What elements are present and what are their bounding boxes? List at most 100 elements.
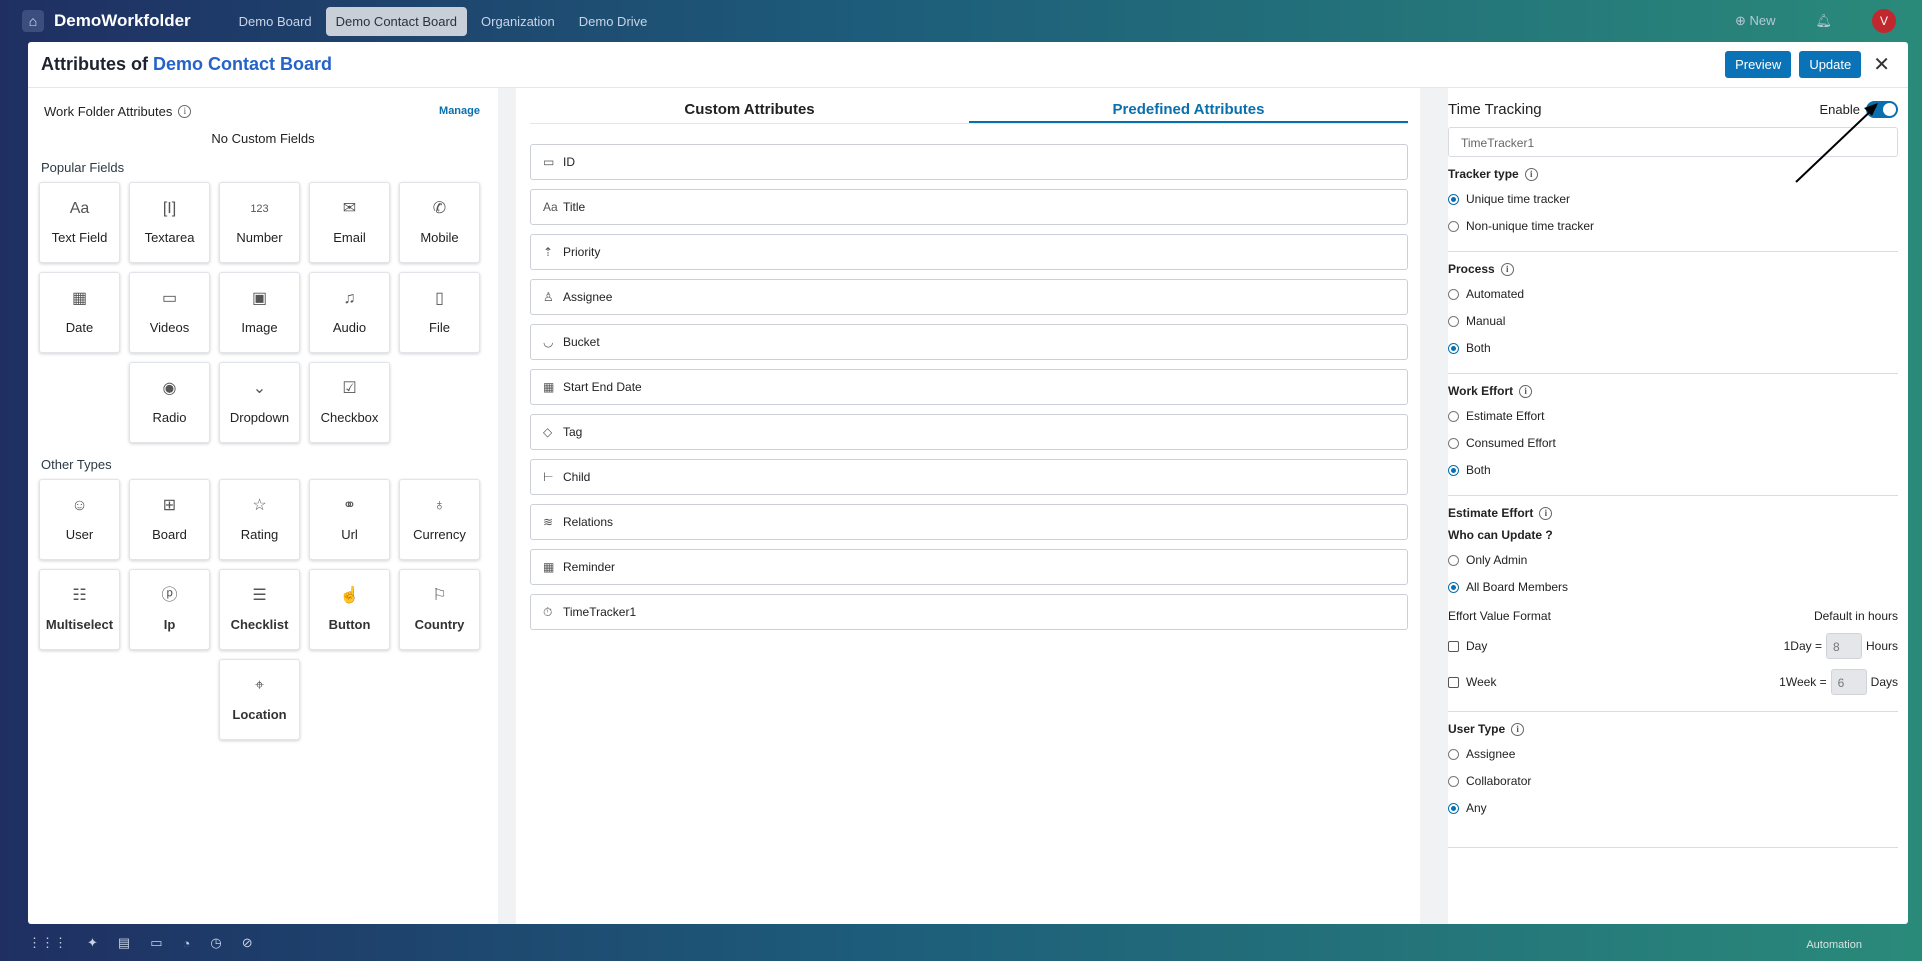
- tile-label: Button: [328, 617, 371, 632]
- radio-unique-time-tracker[interactable]: Unique time tracker: [1448, 190, 1898, 208]
- field-tile-user[interactable]: ☺ User: [39, 479, 120, 560]
- week-checkbox[interactable]: [1448, 676, 1459, 688]
- new-button[interactable]: ⊕ New: [1735, 13, 1776, 29]
- field-tile-radio[interactable]: ◉ Radio: [129, 362, 210, 443]
- manage-link[interactable]: Manage: [439, 105, 487, 117]
- day-hours-input[interactable]: 8: [1825, 633, 1862, 659]
- workspace-name[interactable]: DemoWorkfolder: [54, 11, 191, 31]
- attribute-row-tag[interactable]: ◇ Tag: [530, 414, 1408, 450]
- gauge-icon[interactable]: ◔: [183, 936, 191, 951]
- timer-icon[interactable]: ◷: [210, 935, 221, 951]
- info-icon[interactable]: i: [1511, 722, 1525, 736]
- attribute-row-title[interactable]: Aa Title: [530, 189, 1408, 225]
- field-tile-checklist[interactable]: ☰ Checklist: [219, 569, 300, 650]
- tab-custom-attributes[interactable]: Custom Attributes: [530, 98, 969, 123]
- attribute-row-relations[interactable]: ≋ Relations: [530, 504, 1408, 540]
- sparkle-icon[interactable]: ✦: [87, 935, 98, 951]
- radio-consumed-effort[interactable]: Consumed Effort: [1448, 434, 1898, 452]
- info-icon[interactable]: i: [1524, 167, 1538, 181]
- attribute-row-child[interactable]: ⊢ Child: [530, 459, 1408, 495]
- tab-organization[interactable]: Organization: [471, 7, 565, 36]
- field-tile-country[interactable]: ⚐ Country: [399, 569, 480, 650]
- tile-label: Radio: [152, 410, 187, 425]
- field-tile-currency[interactable]: ♁ Currency: [399, 479, 480, 560]
- field-tile-date[interactable]: ▦ Date: [39, 272, 120, 353]
- field-tile-rating[interactable]: ☆ Rating: [219, 479, 300, 560]
- radio-label: Non-unique time tracker: [1466, 219, 1595, 233]
- work-folder-attributes-label: Work Folder Attributes: [44, 103, 173, 119]
- radio-button: [1448, 464, 1459, 476]
- checkbox-icon: ☑: [342, 380, 357, 397]
- field-tile-file[interactable]: ▯ File: [399, 272, 480, 353]
- avatar[interactable]: V: [1872, 9, 1896, 33]
- radio-user-any[interactable]: Any: [1448, 799, 1898, 817]
- radio-non-unique-time-tracker[interactable]: Non-unique time tracker: [1448, 217, 1898, 235]
- attribute-label: TimeTracker1: [563, 605, 637, 619]
- process-heading: Process: [1448, 262, 1495, 276]
- day-equals-label: 1Day =: [1783, 639, 1822, 653]
- close-icon[interactable]: ✕: [1869, 52, 1894, 77]
- tab-predefined-attributes[interactable]: Predefined Attributes: [969, 98, 1408, 123]
- day-checkbox[interactable]: [1448, 640, 1459, 652]
- field-tile-location[interactable]: ⌖ Location: [219, 659, 300, 740]
- preview-button[interactable]: Preview: [1725, 51, 1792, 78]
- apps-grid-icon[interactable]: ⋮⋮⋮: [28, 935, 67, 951]
- field-tile-dropdown[interactable]: ⌄ Dropdown: [219, 362, 300, 443]
- field-tile-url[interactable]: ⚭ Url: [309, 479, 390, 560]
- radio-process-manual[interactable]: Manual: [1448, 312, 1898, 330]
- radio-all-board-members[interactable]: All Board Members: [1448, 578, 1898, 596]
- grid-spacer: [129, 659, 210, 740]
- column-divider: [498, 88, 516, 924]
- attribute-label: Relations: [563, 515, 614, 529]
- radio-process-automated[interactable]: Automated: [1448, 285, 1898, 303]
- info-icon[interactable]: i: [1519, 384, 1533, 398]
- radio-user-collaborator[interactable]: Collaborator: [1448, 772, 1898, 790]
- field-tile-mobile[interactable]: ✆ Mobile: [399, 182, 480, 263]
- radio-label: Only Admin: [1466, 553, 1528, 567]
- radio-estimate-effort[interactable]: Estimate Effort: [1448, 407, 1898, 425]
- field-tile-audio[interactable]: ♫ Audio: [309, 272, 390, 353]
- field-tile-videos[interactable]: ▭ Videos: [129, 272, 210, 353]
- radio-user-assignee[interactable]: Assignee: [1448, 745, 1898, 763]
- field-tile-textarea[interactable]: [I] Textarea: [129, 182, 210, 263]
- field-tile-text-field[interactable]: Aa Text Field: [39, 182, 120, 263]
- field-tile-multiselect[interactable]: ☷ Multiselect: [39, 569, 120, 650]
- automation-label[interactable]: Automation: [1806, 939, 1862, 951]
- divider: [1448, 847, 1898, 848]
- field-tile-number[interactable]: 123 Number: [219, 182, 300, 263]
- tag-icon: ◇: [543, 425, 553, 439]
- tab-demo-drive[interactable]: Demo Drive: [569, 7, 658, 36]
- tab-demo-contact-board[interactable]: Demo Contact Board: [325, 6, 468, 36]
- attribute-row-timetracker[interactable]: ⏱︎ TimeTracker1: [530, 594, 1408, 630]
- info-icon[interactable]: i: [1500, 262, 1514, 276]
- radio-button: [1448, 315, 1459, 327]
- radio-only-admin[interactable]: Only Admin: [1448, 551, 1898, 569]
- week-days-input[interactable]: 6: [1830, 669, 1867, 695]
- pointer-hand-icon: ☝: [339, 587, 360, 604]
- attribute-row-start-end-date[interactable]: ▦ Start End Date: [530, 369, 1408, 405]
- attribute-row-assignee[interactable]: ♙ Assignee: [530, 279, 1408, 315]
- field-tile-image[interactable]: ▣ Image: [219, 272, 300, 353]
- radio-process-both[interactable]: Both: [1448, 339, 1898, 357]
- field-tile-ip[interactable]: ⓟ Ip: [129, 569, 210, 650]
- attribute-row-priority[interactable]: ⇡ Priority: [530, 234, 1408, 270]
- bell-icon[interactable]: 🔔︎: [1815, 13, 1832, 29]
- bucket-icon: ◡: [543, 335, 554, 349]
- update-button[interactable]: Update: [1799, 51, 1862, 78]
- field-tile-button[interactable]: ☝ Button: [309, 569, 390, 650]
- attribute-row-id[interactable]: ▭ ID: [530, 144, 1408, 180]
- field-tile-board[interactable]: ⊞ Board: [129, 479, 210, 560]
- id-card-icon[interactable]: ▭: [150, 935, 162, 951]
- field-tile-email[interactable]: ✉ Email: [309, 182, 390, 263]
- no-entry-icon[interactable]: ⊘: [242, 935, 253, 951]
- tab-demo-board[interactable]: Demo Board: [229, 7, 322, 36]
- field-tile-checkbox[interactable]: ☑ Checkbox: [309, 362, 390, 443]
- home-icon[interactable]: ⌂: [22, 10, 44, 32]
- info-icon[interactable]: i: [1539, 506, 1553, 520]
- attribute-row-reminder[interactable]: ▦ Reminder: [530, 549, 1408, 585]
- radio-work-effort-both[interactable]: Both: [1448, 461, 1898, 479]
- document-icon[interactable]: ▤: [118, 935, 130, 951]
- attribute-label: Priority: [563, 245, 601, 259]
- attribute-row-bucket[interactable]: ◡ Bucket: [530, 324, 1408, 360]
- info-icon[interactable]: i: [178, 104, 192, 118]
